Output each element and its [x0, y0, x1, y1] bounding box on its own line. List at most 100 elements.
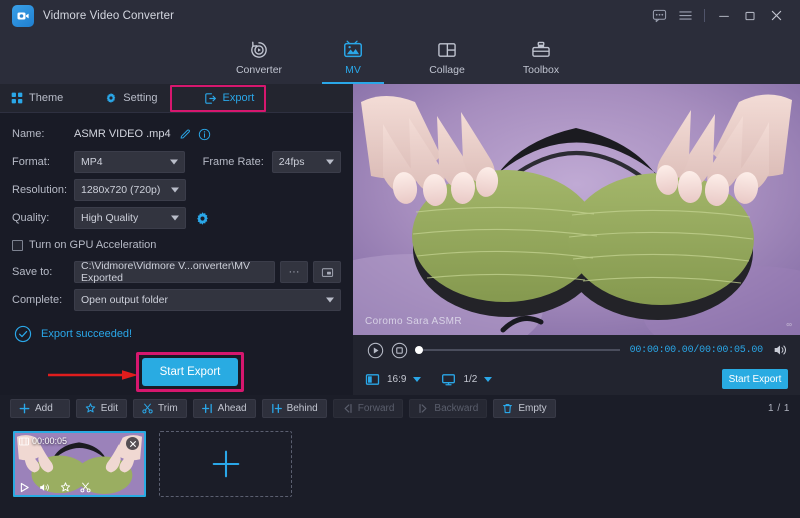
- aspect-ratio-value: 16:9: [387, 374, 406, 385]
- preview-scale-selector[interactable]: 1/2: [441, 372, 492, 387]
- sub-tab-bar: Theme Setting Export: [0, 84, 353, 113]
- nav-tab-converter[interactable]: Converter: [212, 31, 306, 84]
- resolution-row: Resolution: 1280x720 (720p): [12, 178, 341, 202]
- menu-icon[interactable]: [672, 3, 698, 29]
- empty-button[interactable]: Empty: [493, 399, 555, 418]
- film-icon: [19, 437, 29, 446]
- page-indicator: 1 / 1: [768, 403, 790, 414]
- add-media-placeholder[interactable]: [159, 431, 292, 497]
- format-row: Format: MP4 Frame Rate: 24fps: [12, 150, 341, 174]
- framerate-value: 24fps: [279, 156, 305, 168]
- advanced-settings-gear-icon[interactable]: [195, 211, 210, 226]
- quality-row: Quality: High Quality: [12, 206, 341, 230]
- gpu-acceleration-row[interactable]: Turn on GPU Acceleration: [12, 234, 341, 256]
- close-icon: [129, 440, 137, 448]
- name-row: Name: ASMR VIDEO .mp4: [12, 122, 341, 146]
- success-check-icon: [14, 325, 32, 343]
- thumbnail-remove-button[interactable]: [126, 437, 139, 450]
- sub-tab-setting[interactable]: Setting: [94, 84, 168, 113]
- add-button-label: Add: [35, 403, 53, 414]
- insert-ahead-button-label: Ahead: [218, 403, 247, 414]
- complete-row: Complete: Open output folder: [12, 288, 341, 312]
- video-corner-mark: ∞: [786, 320, 792, 329]
- framerate-select[interactable]: 24fps: [272, 151, 341, 173]
- insert-ahead-button[interactable]: Ahead: [193, 399, 256, 418]
- window-controls: [646, 3, 800, 29]
- trim-button-label: Trim: [158, 403, 178, 414]
- trim-button[interactable]: Trim: [133, 399, 187, 418]
- aspect-ratio-selector[interactable]: 16:9: [365, 372, 421, 387]
- resolution-value: 1280x720 (720p): [81, 184, 160, 196]
- minimize-icon[interactable]: [711, 3, 737, 29]
- complete-label: Complete:: [12, 294, 74, 306]
- info-icon[interactable]: [198, 128, 211, 141]
- export-settings-form: Name: ASMR VIDEO .mp4 Format:: [0, 113, 353, 404]
- start-export-button-preview[interactable]: Start Export: [722, 369, 788, 389]
- resolution-select[interactable]: 1280x720 (720p): [74, 179, 186, 201]
- name-label: Name:: [12, 128, 74, 140]
- browse-button[interactable]: ···: [280, 261, 308, 283]
- complete-action-select[interactable]: Open output folder: [74, 289, 341, 311]
- volume-button[interactable]: [772, 342, 788, 358]
- insert-behind-button[interactable]: Behind: [262, 399, 327, 418]
- export-status: Export succeeded!: [14, 325, 341, 343]
- stop-button[interactable]: [389, 340, 409, 360]
- format-label: Format:: [12, 156, 74, 168]
- move-backward-button-label: Backward: [434, 403, 478, 414]
- app-title: Vidmore Video Converter: [43, 10, 174, 22]
- feedback-icon[interactable]: [646, 3, 672, 29]
- main-navigation: Converter MV Collage: [0, 31, 800, 84]
- name-value: ASMR VIDEO .mp4: [74, 128, 171, 140]
- move-backward-button[interactable]: Backward: [409, 399, 487, 418]
- nav-tab-mv[interactable]: MV: [306, 31, 400, 84]
- titlebar-divider: [704, 9, 705, 22]
- saveto-path-value: C:\Vidmore\Vidmore V...onverter\MV Expor…: [81, 260, 268, 284]
- nav-tab-collage[interactable]: Collage: [400, 31, 494, 84]
- seek-slider-handle[interactable]: [415, 346, 423, 354]
- video-frame-content: [353, 84, 800, 335]
- start-export-button[interactable]: Start Export: [142, 358, 238, 386]
- chevron-down-icon: [171, 216, 179, 221]
- gpu-acceleration-checkbox[interactable]: [12, 240, 23, 251]
- gear-icon: [105, 92, 117, 104]
- stop-icon: [391, 342, 408, 359]
- insert-behind-icon: [271, 403, 282, 414]
- thumbnail-volume-icon[interactable]: [39, 482, 51, 493]
- sub-tab-theme-label: Theme: [29, 92, 63, 104]
- edit-button[interactable]: Edit: [76, 399, 127, 418]
- converter-icon: [248, 39, 270, 61]
- open-folder-button[interactable]: [313, 261, 341, 283]
- insert-behind-button-label: Behind: [287, 403, 318, 414]
- timeline-thumbnails: 00:00:05: [0, 422, 800, 518]
- complete-action-value: Open output folder: [81, 294, 168, 306]
- volume-icon: [772, 342, 788, 358]
- play-button[interactable]: [365, 340, 385, 360]
- chevron-down-icon: [484, 377, 492, 382]
- move-forward-button[interactable]: Forward: [333, 399, 404, 418]
- add-button[interactable]: Add: [10, 399, 70, 418]
- video-frame[interactable]: Coromo Sara ASMR ∞: [353, 84, 800, 335]
- sub-tab-theme[interactable]: Theme: [0, 84, 74, 113]
- rename-icon[interactable]: [179, 128, 192, 141]
- thumbnail-trim-icon[interactable]: [80, 482, 91, 493]
- mv-icon: [342, 39, 364, 61]
- maximize-icon[interactable]: [737, 3, 763, 29]
- player-transport-row: 00:00:00.00/00:00:05.00: [353, 335, 800, 365]
- saveto-path-field[interactable]: C:\Vidmore\Vidmore V...onverter\MV Expor…: [74, 261, 275, 283]
- aspect-ratio-icon: [365, 372, 380, 387]
- sub-tab-export[interactable]: Export: [193, 84, 266, 113]
- thumbnail-play-icon[interactable]: [19, 482, 30, 493]
- thumbnail-duration: 00:00:05: [19, 436, 67, 446]
- close-icon[interactable]: [763, 3, 789, 29]
- plus-icon: [19, 403, 30, 414]
- quality-label: Quality:: [12, 212, 74, 224]
- quality-select[interactable]: High Quality: [74, 207, 186, 229]
- nav-tab-toolbox[interactable]: Toolbox: [494, 31, 588, 84]
- video-preview-panel: Coromo Sara ASMR ∞: [353, 84, 800, 395]
- player-controls: 00:00:00.00/00:00:05.00 16:9: [353, 335, 800, 395]
- empty-button-label: Empty: [518, 403, 546, 414]
- format-select[interactable]: MP4: [74, 151, 185, 173]
- thumbnail-item[interactable]: 00:00:05: [13, 431, 146, 497]
- seek-slider[interactable]: [415, 349, 620, 351]
- thumbnail-edit-icon[interactable]: [60, 482, 71, 493]
